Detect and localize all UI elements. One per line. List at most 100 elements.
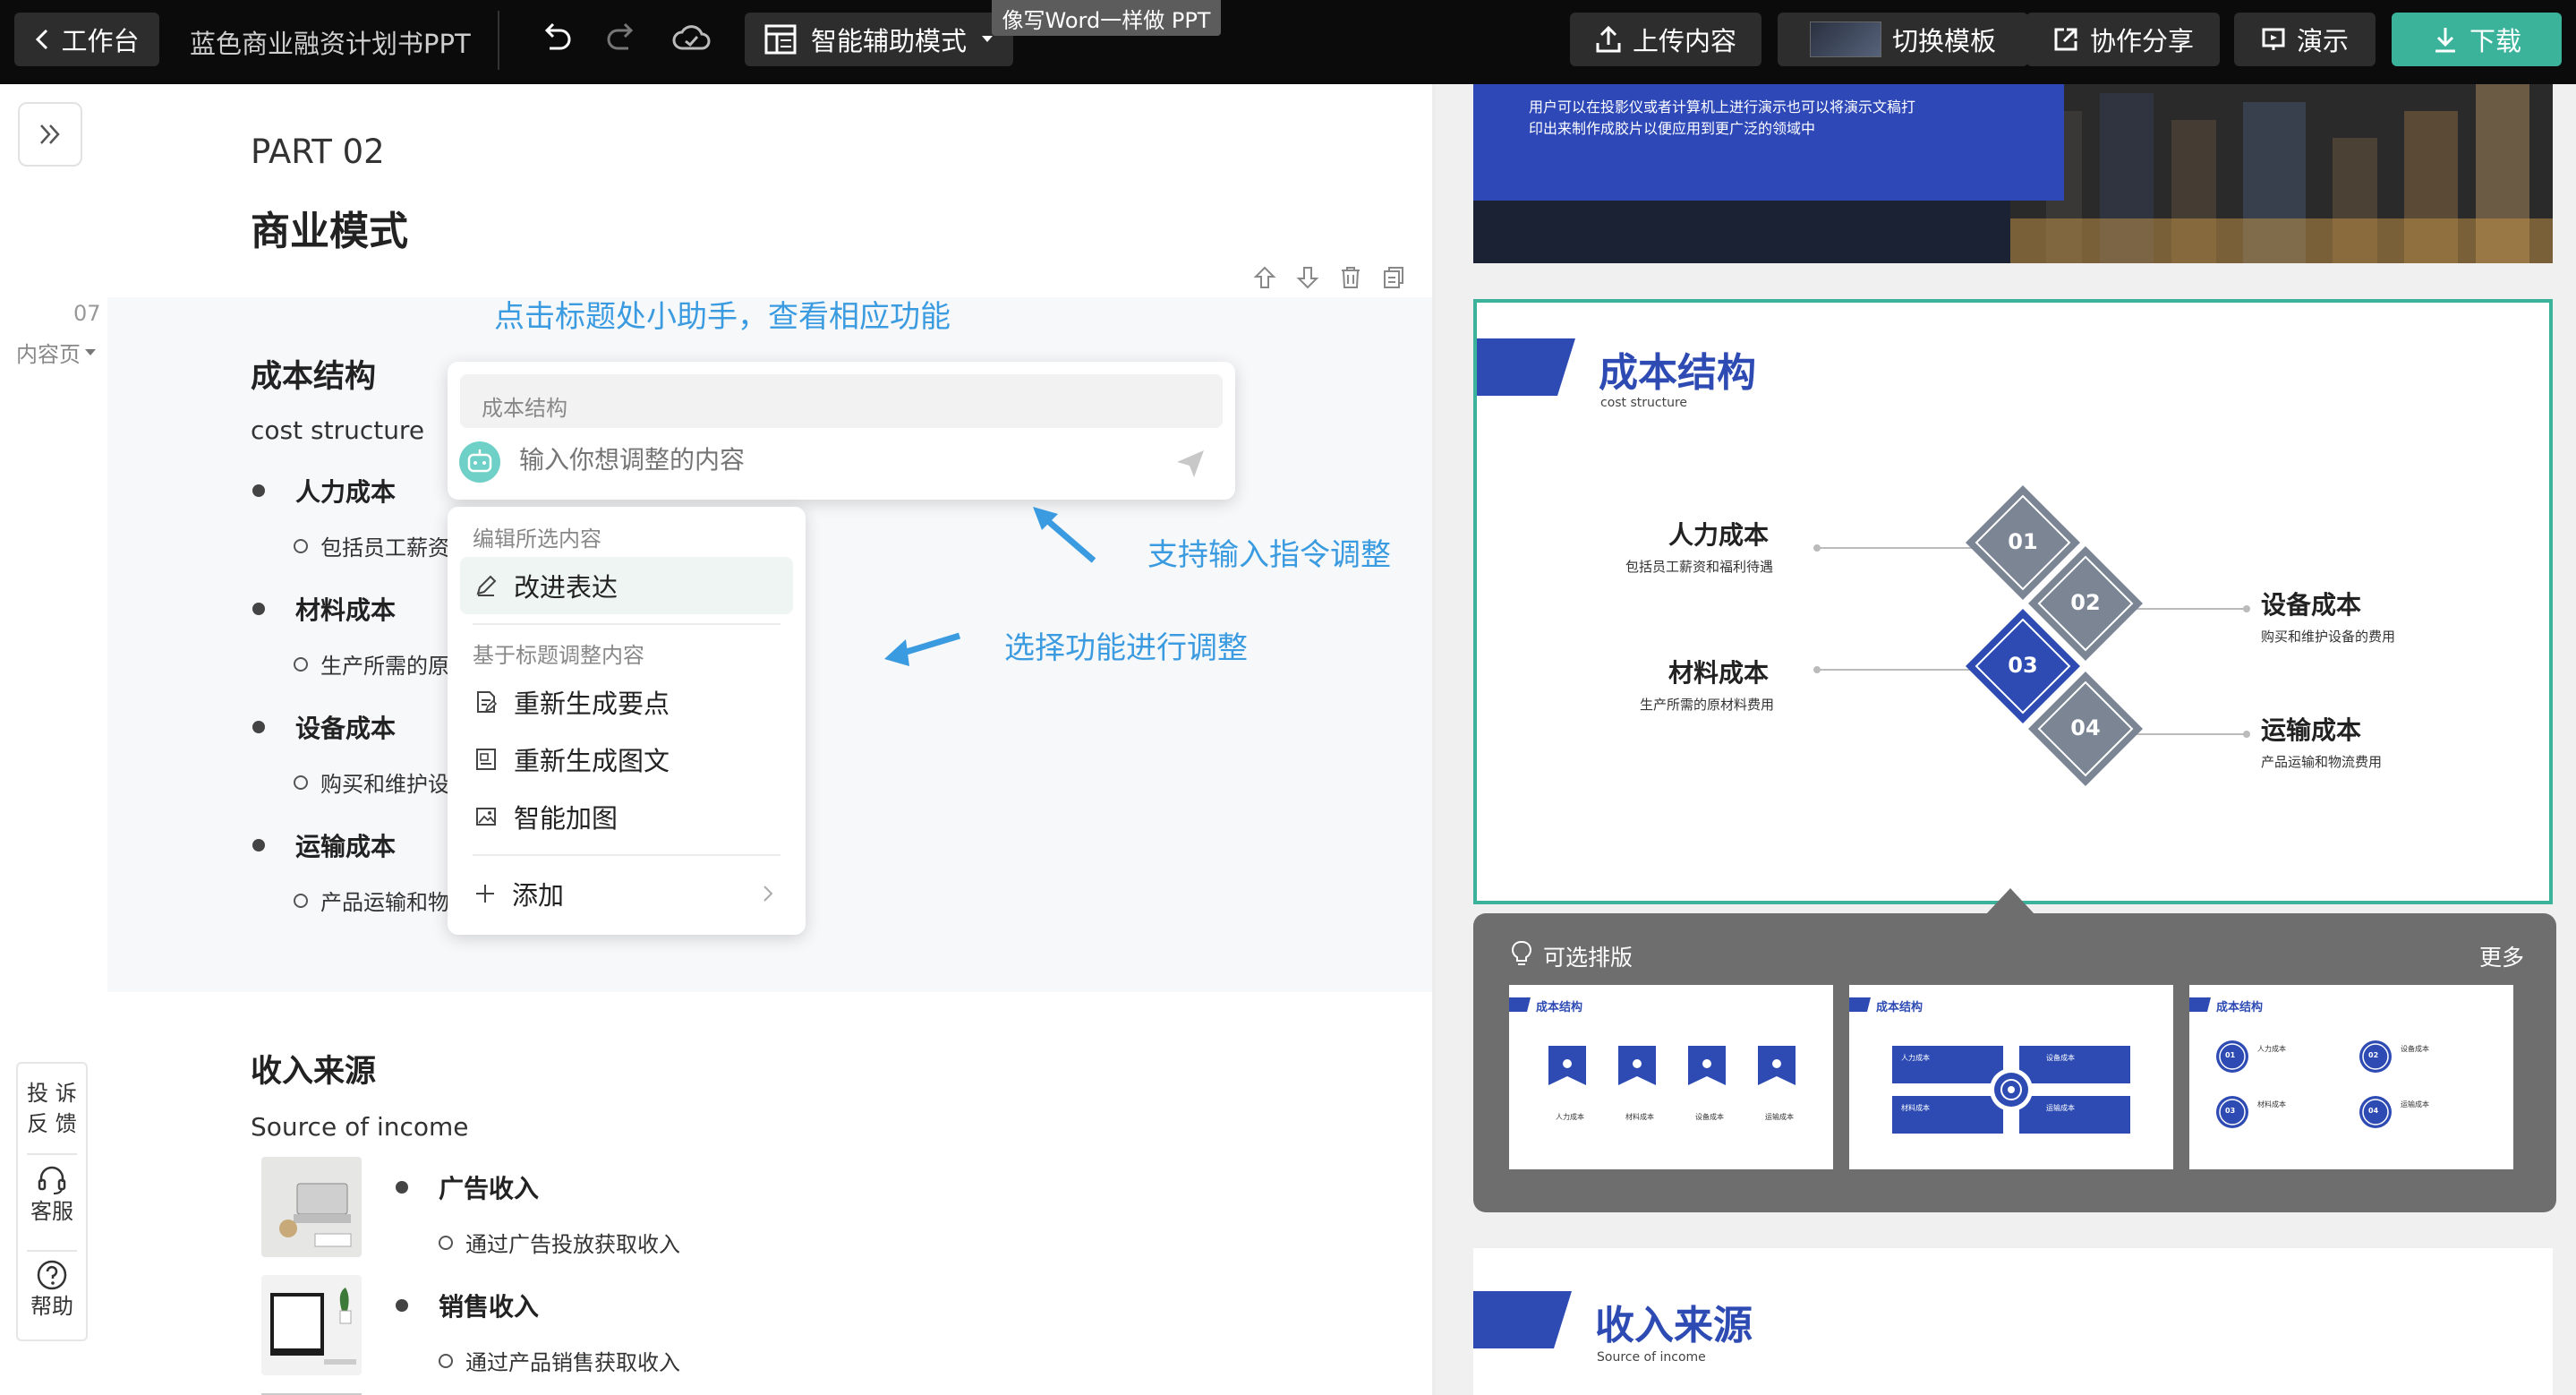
list-item[interactable]: 包括员工薪资 <box>294 530 449 561</box>
list-item[interactable]: 通过广告投放获取收入 <box>439 1227 680 1258</box>
service-label: 客服 <box>30 1199 73 1224</box>
cost-structure-subtitle[interactable]: cost structure <box>251 415 424 445</box>
laptop-photo-thumbnail[interactable] <box>261 1157 362 1257</box>
smart-add-image-item[interactable]: 智能加图 <box>460 788 793 845</box>
node-title: 运输成本 <box>2261 715 2362 745</box>
smart-assist-mode-dropdown[interactable]: 智能辅助模式 <box>745 13 1013 66</box>
list-item[interactable]: 购买和维护设 <box>294 766 449 798</box>
present-button[interactable]: 演示 <box>2234 13 2376 66</box>
cloud-sync-icon[interactable] <box>671 23 711 54</box>
slide-title: 收入来源 <box>1595 1303 1753 1348</box>
page-type-dropdown[interactable]: 内容页 <box>16 337 97 368</box>
mini-label: 运输成本 <box>1765 1113 1794 1121</box>
switch-template-label: 切换模板 <box>1891 26 1996 56</box>
mini-slide-title: 成本结构 <box>2216 1001 2264 1014</box>
slide-thumbnail-income[interactable]: 收入来源 Source of income <box>1473 1248 2553 1395</box>
panel-pointer <box>1983 886 2037 915</box>
mini-label: 人力成本 <box>1556 1113 1584 1121</box>
slide-thumbnail-cost-structure[interactable]: 成本结构 cost structure 01 02 03 04 人力成本 包括员… <box>1473 299 2553 904</box>
image-document-icon <box>474 747 498 772</box>
list-item[interactable]: 产品运输和物 <box>294 885 449 916</box>
move-down-icon[interactable] <box>1296 265 1319 290</box>
list-item[interactable]: 人力成本 <box>251 473 396 509</box>
mode-label: 智能辅助模式 <box>810 26 967 56</box>
customer-service-button[interactable]: 客服 <box>18 1164 86 1227</box>
layout-more-link[interactable]: 更多 <box>2479 940 2524 972</box>
download-icon <box>2432 25 2459 54</box>
download-label: 下载 <box>2469 26 2521 56</box>
slide-subtitle: Source of income <box>1597 1350 1706 1365</box>
expand-outline-button[interactable] <box>18 102 82 167</box>
chevron-left-icon <box>34 28 50 51</box>
present-label: 演示 <box>2296 26 2349 56</box>
mini-number: 01 <box>2225 1051 2236 1059</box>
document-title[interactable]: 蓝色商业融资计划书PPT <box>190 23 471 61</box>
diamond-number: 02 <box>2070 590 2101 615</box>
list-item[interactable]: 通过产品销售获取收入 <box>439 1345 680 1376</box>
list-item[interactable]: 运输成本 <box>251 827 396 863</box>
image-icon <box>474 805 498 828</box>
mini-label: 运输成本 <box>2046 1104 2075 1112</box>
caret-down-icon <box>84 348 97 357</box>
mini-label: 设备成本 <box>2401 1045 2429 1053</box>
lightbulb-icon <box>1511 940 1532 967</box>
top-bar: 工作台 蓝色商业融资计划书PPT 智能辅助模式 像写Word一样做 PPT 上传… <box>0 0 2576 84</box>
present-icon <box>2261 27 2286 52</box>
delete-icon[interactable] <box>1339 265 1362 290</box>
layout-option-card[interactable]: 成本结构 人力成本 材料成本 设备成本 运输成本 <box>1509 985 1833 1169</box>
mini-label: 人力成本 <box>2257 1045 2286 1053</box>
regenerate-points-item[interactable]: 重新生成要点 <box>460 673 793 731</box>
undo-icon[interactable] <box>541 20 573 56</box>
back-to-workbench-button[interactable]: 工作台 <box>14 13 159 66</box>
income-subtitle[interactable]: Source of income <box>251 1112 469 1142</box>
collaborate-share-button[interactable]: 协作分享 <box>2026 13 2220 66</box>
list-item[interactable]: 生产所需的原 <box>294 648 449 680</box>
help-label: 帮助 <box>30 1294 73 1319</box>
section-title[interactable]: 商业模式 <box>251 199 408 256</box>
improve-expression-item[interactable]: 改进表达 <box>460 557 793 614</box>
list-item[interactable]: 材料成本 <box>251 591 396 627</box>
ai-command-input[interactable] <box>519 446 1056 475</box>
double-chevron-right-icon <box>37 123 64 146</box>
list-item[interactable]: 设备成本 <box>251 709 396 745</box>
list-item[interactable]: 销售收入 <box>394 1288 539 1323</box>
help-button[interactable]: 帮助 <box>18 1259 86 1322</box>
mini-label: 材料成本 <box>1901 1104 1930 1112</box>
send-icon[interactable] <box>1174 448 1207 480</box>
diamond-number: 03 <box>2008 653 2038 678</box>
layout-option-card[interactable]: 成本结构 01 03 02 04 人力成本 材料成本 设备成本 运输成本 <box>2189 985 2513 1169</box>
upload-label: 上传内容 <box>1632 26 1736 56</box>
share-icon <box>2052 26 2079 53</box>
node-subtitle: 购买和维护设备的费用 <box>2261 629 2396 645</box>
toolbar-divider <box>498 11 499 70</box>
upload-icon <box>1595 25 1622 54</box>
feedback-button[interactable]: 投 诉 反 馈 <box>18 1078 86 1139</box>
desk-monitor-photo-thumbnail[interactable] <box>261 1275 362 1375</box>
income-heading[interactable]: 收入来源 <box>251 1046 376 1091</box>
add-item[interactable]: 添加 <box>460 865 793 922</box>
mini-slide-title: 成本结构 <box>1536 1001 1583 1014</box>
mini-label: 人力成本 <box>1901 1054 1930 1062</box>
page-number: 07 <box>73 301 101 326</box>
layout-option-card[interactable]: 成本结构 人力成本 材料成本 设备成本 运输成本 <box>1849 985 2173 1169</box>
back-label: 工作台 <box>61 26 140 56</box>
hint-input-command: 支持输入指令调整 <box>1147 537 1391 573</box>
hint-click-title: 点击标题处小助手，查看相应功能 <box>494 299 951 335</box>
redo-icon[interactable] <box>605 20 637 56</box>
pen-icon <box>474 574 498 597</box>
duplicate-icon[interactable] <box>1382 265 1405 290</box>
regenerate-text-image-item[interactable]: 重新生成图文 <box>460 731 793 788</box>
upload-content-button[interactable]: 上传内容 <box>1570 13 1761 66</box>
list-item[interactable]: 广告收入 <box>394 1169 539 1205</box>
side-help-panel: 投 诉 反 馈 客服 帮助 <box>16 1062 88 1341</box>
mini-label: 运输成本 <box>2401 1100 2429 1108</box>
mini-number: 04 <box>2368 1107 2379 1115</box>
cost-structure-heading[interactable]: 成本结构 <box>251 351 376 397</box>
part-label[interactable]: PART 02 <box>251 133 385 171</box>
menu-item-label: 重新生成要点 <box>514 689 670 719</box>
slide-thumbnail-previous[interactable]: 用户可以在投影仪或者计算机上进行演示也可以将演示文稿打 印出来制作成胶片以便应用… <box>1473 84 2553 263</box>
side-divider <box>27 1250 77 1252</box>
download-button[interactable]: 下载 <box>2392 13 2562 66</box>
switch-template-button[interactable]: 切换模板 <box>1778 13 2028 66</box>
move-up-icon[interactable] <box>1253 265 1276 290</box>
